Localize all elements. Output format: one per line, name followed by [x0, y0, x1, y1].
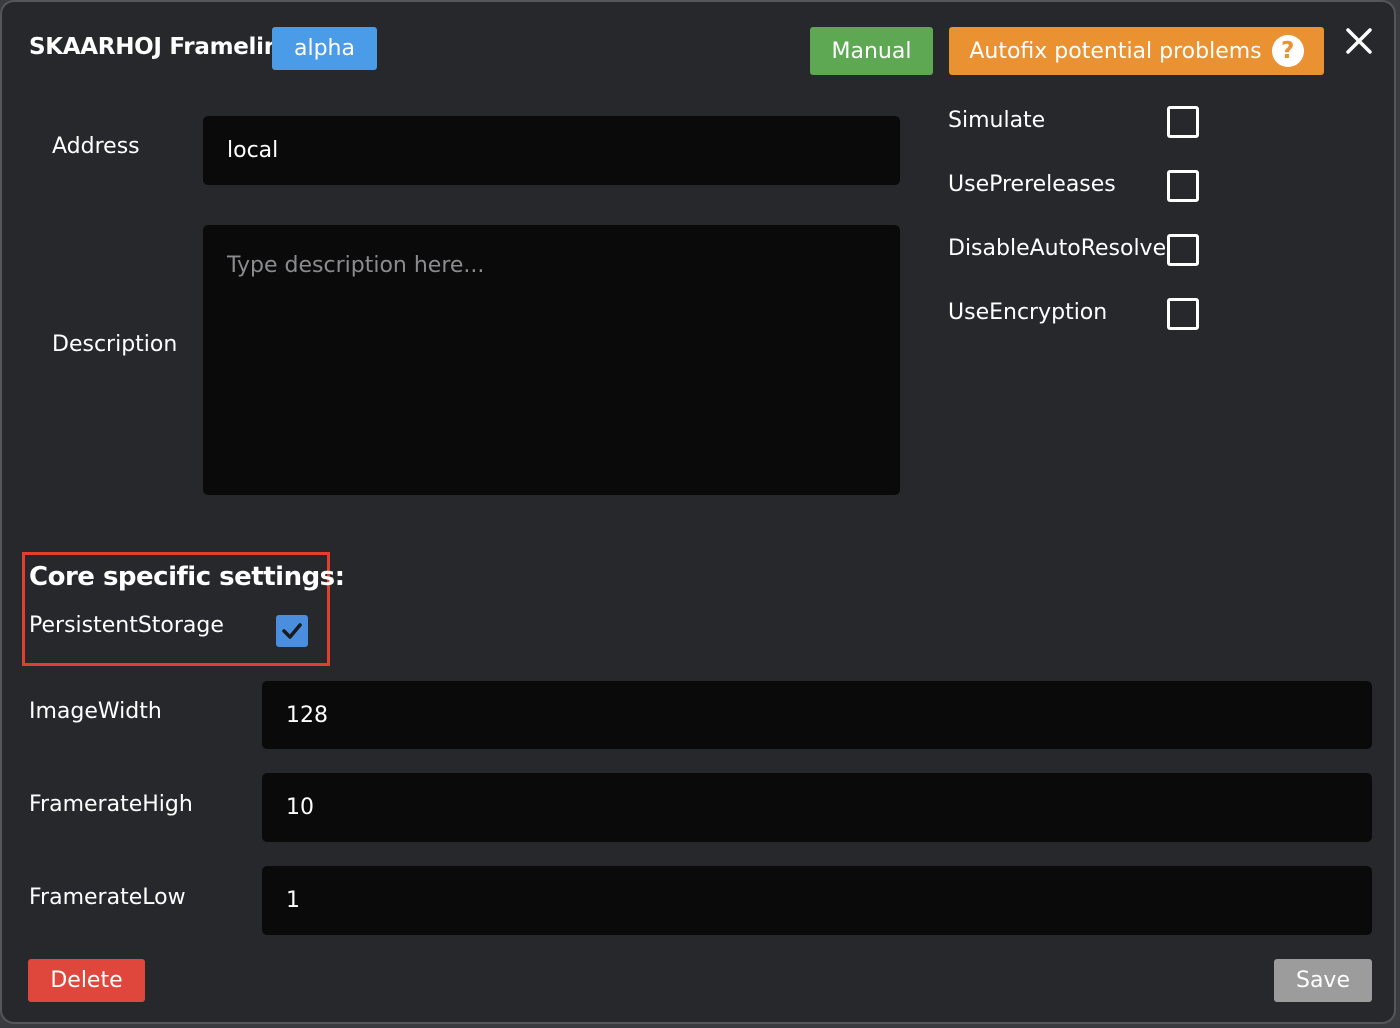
use-prereleases-checkbox[interactable] — [1167, 170, 1199, 202]
manual-button[interactable]: Manual — [810, 27, 933, 75]
description-label: Description — [52, 332, 178, 357]
alpha-badge: alpha — [272, 27, 377, 70]
dialog-title: SKAARHOJ Framelink — [29, 34, 295, 60]
checkmark-icon — [282, 623, 302, 639]
framerate-high-input[interactable] — [262, 773, 1372, 842]
framerate-low-label: FramerateLow — [29, 885, 186, 910]
description-textarea[interactable] — [203, 225, 900, 495]
core-settings-title: Core specific settings: — [29, 562, 345, 592]
question-circle-icon[interactable]: ? — [1271, 35, 1304, 67]
framerate-low-input[interactable] — [262, 866, 1372, 935]
image-width-label: ImageWidth — [29, 699, 162, 724]
simulate-checkbox[interactable] — [1167, 106, 1199, 138]
autofix-button[interactable]: Autofix potential problems ? — [949, 27, 1324, 75]
simulate-label: Simulate — [948, 108, 1046, 133]
device-config-dialog: SKAARHOJ Framelink alpha Manual Autofix … — [0, 0, 1396, 1024]
address-label: Address — [52, 134, 140, 159]
delete-button[interactable]: Delete — [28, 959, 145, 1002]
image-width-input[interactable] — [262, 681, 1372, 749]
persistent-storage-checkbox[interactable] — [276, 615, 308, 647]
close-icon[interactable] — [1342, 24, 1376, 58]
disable-auto-resolve-checkbox[interactable] — [1167, 234, 1199, 266]
disable-auto-resolve-label: DisableAutoResolve — [948, 236, 1167, 261]
persistent-storage-label: PersistentStorage — [29, 613, 224, 638]
framerate-high-label: FramerateHigh — [29, 792, 193, 817]
save-button[interactable]: Save — [1274, 959, 1372, 1002]
use-prereleases-label: UsePrereleases — [948, 172, 1116, 197]
autofix-button-label: Autofix potential problems — [969, 38, 1262, 64]
use-encryption-checkbox[interactable] — [1167, 298, 1199, 330]
address-input[interactable] — [203, 116, 900, 185]
use-encryption-label: UseEncryption — [948, 300, 1108, 325]
